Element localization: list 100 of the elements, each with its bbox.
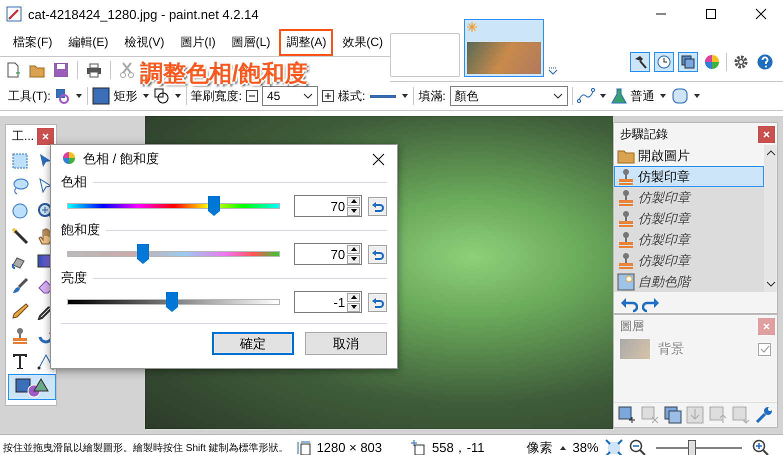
layers-toggle[interactable] <box>678 52 698 72</box>
number-field[interactable]: 70 <box>294 243 362 265</box>
slider-thumb[interactable] <box>208 196 220 216</box>
dropdown-caret-icon[interactable] <box>558 444 567 452</box>
menu-item[interactable]: 檔案(F) <box>6 28 60 56</box>
dropdown-caret-icon[interactable] <box>74 92 83 100</box>
menu-item[interactable]: 效果(C) <box>335 28 390 56</box>
history-item[interactable]: 仿製印章 <box>614 166 764 187</box>
history-item[interactable]: 仿製印章 <box>614 187 764 208</box>
menu-item[interactable]: 編輯(E) <box>61 28 116 56</box>
spin-down-button[interactable] <box>347 206 360 216</box>
close-button[interactable] <box>370 152 387 166</box>
spin-down-button[interactable] <box>347 302 360 312</box>
image-tab[interactable] <box>464 19 544 77</box>
down-arrow-icon <box>350 304 358 310</box>
color-square-icon[interactable] <box>92 87 110 105</box>
dropdown-caret-icon[interactable] <box>174 92 182 100</box>
history-item[interactable]: 自動色階 <box>614 271 764 292</box>
new-file-icon[interactable] <box>5 62 21 78</box>
dialog-button[interactable]: 取消 <box>305 332 387 355</box>
units-selector[interactable]: 像素 <box>526 438 553 455</box>
colors-button[interactable] <box>702 54 722 70</box>
increase-button[interactable] <box>322 90 334 102</box>
menu-item[interactable]: 調整(A) <box>279 28 334 56</box>
visibility-checkbox[interactable] <box>758 342 771 356</box>
wrench-icon[interactable] <box>754 406 773 424</box>
reset-button[interactable] <box>368 244 387 264</box>
decrease-button[interactable] <box>246 90 258 102</box>
up-arrow-icon <box>350 294 358 300</box>
close-icon <box>762 322 771 330</box>
slider[interactable] <box>67 196 280 216</box>
fit-window-icon[interactable] <box>604 438 623 455</box>
check-icon <box>760 344 770 354</box>
chevron-up-icon <box>766 149 776 157</box>
save-icon[interactable] <box>53 62 69 78</box>
dropdown-caret-icon[interactable] <box>142 92 150 100</box>
blend-mode-label[interactable]: 普通 <box>630 88 655 104</box>
slider-label: 飽和度 <box>61 221 100 239</box>
chevron-down-icon <box>303 91 313 101</box>
pencil-icon <box>11 302 29 320</box>
shape-type-label[interactable]: 矩形 <box>114 88 138 104</box>
shapes-tool-icon[interactable] <box>54 88 71 104</box>
menu-item[interactable]: 圖片(I) <box>173 28 223 56</box>
duplicate-layer-icon[interactable] <box>664 406 682 424</box>
square-circle-icon[interactable] <box>154 88 170 104</box>
number-field[interactable]: 70 <box>294 195 362 217</box>
curve-icon[interactable] <box>576 87 595 105</box>
close-icon <box>755 8 767 20</box>
dialog-title: 色相 / 飽和度 <box>83 150 160 168</box>
zoom-slider[interactable] <box>656 440 742 455</box>
number-field[interactable]: -1 <box>294 291 362 313</box>
printer-icon[interactable] <box>86 62 102 78</box>
help-icon <box>757 54 773 70</box>
dropdown-caret-icon[interactable] <box>692 92 701 100</box>
undo-icon[interactable] <box>620 296 638 314</box>
stamp-icon <box>617 210 635 228</box>
help-button[interactable] <box>755 54 775 70</box>
spin-up-button[interactable] <box>347 196 360 206</box>
menu-item[interactable]: 檢視(V) <box>117 28 172 56</box>
tool-button[interactable] <box>8 374 56 400</box>
blob-icon[interactable] <box>670 87 689 105</box>
history-item[interactable]: 仿製印章 <box>614 250 764 271</box>
reset-button[interactable] <box>368 196 387 216</box>
dropdown-caret-icon[interactable] <box>401 92 410 100</box>
slider-thumb[interactable] <box>166 292 178 312</box>
history-item[interactable]: 開啟圖片 <box>614 145 764 166</box>
history-item[interactable]: 仿製印章 <box>614 208 764 229</box>
slider[interactable] <box>67 244 280 264</box>
dropdown-caret-icon[interactable] <box>658 92 667 100</box>
flask-icon[interactable] <box>610 88 627 104</box>
style-label: 樣式: <box>338 88 366 104</box>
image-size: 1280 × 803 <box>316 440 382 455</box>
lasso-icon <box>11 176 29 194</box>
close-icon <box>372 152 385 166</box>
dropdown-caret-icon[interactable] <box>598 92 607 100</box>
zoom-level[interactable]: 38% <box>572 440 599 455</box>
history-item[interactable]: 仿製印章 <box>614 229 764 250</box>
menu-item[interactable]: 圖層(L) <box>224 28 278 56</box>
spin-down-button[interactable] <box>347 254 360 264</box>
reset-button[interactable] <box>368 292 387 312</box>
add-layer-icon[interactable] <box>618 406 636 424</box>
spin-up-button[interactable] <box>347 244 360 254</box>
zoom-in-icon[interactable] <box>752 439 769 455</box>
slider-thumb[interactable] <box>688 440 696 455</box>
slider[interactable] <box>67 292 280 312</box>
close-icon <box>762 130 771 138</box>
brush-width-field[interactable]: 45 <box>262 86 318 106</box>
close-icon <box>41 132 50 140</box>
redo-icon[interactable] <box>642 296 660 314</box>
chevron-down-icon[interactable] <box>548 67 558 77</box>
fill-dropdown[interactable]: 顏色 <box>450 86 568 106</box>
scrollbar[interactable] <box>764 145 777 292</box>
spin-up-button[interactable] <box>347 292 360 302</box>
color-wheel-icon <box>61 151 77 167</box>
slider-thumb[interactable] <box>136 244 149 264</box>
clock-icon <box>657 54 671 68</box>
zoom-out-icon[interactable] <box>628 439 646 455</box>
dialog-button[interactable]: 確定 <box>212 332 294 355</box>
history-toggle[interactable] <box>654 52 674 72</box>
tools-toggle[interactable] <box>630 52 650 72</box>
